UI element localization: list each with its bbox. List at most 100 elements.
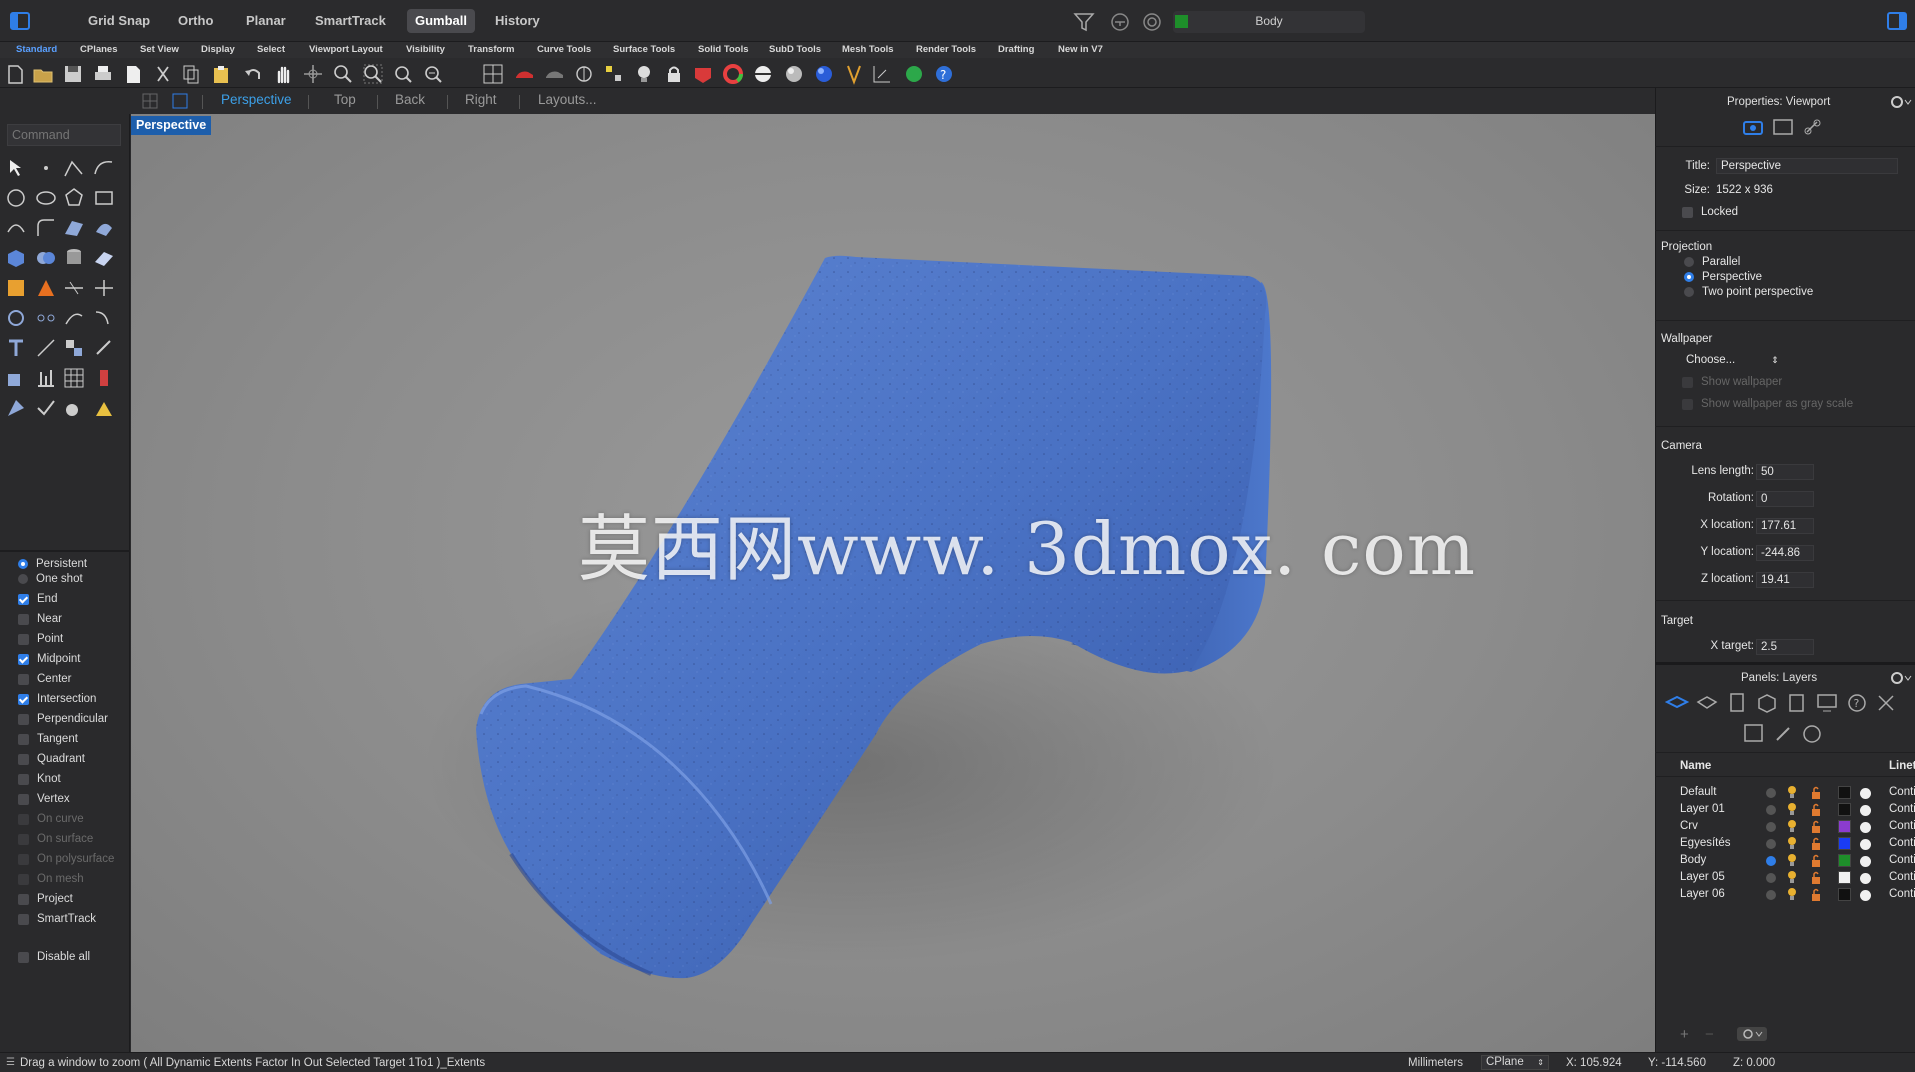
tab-viewport-layout[interactable]: Viewport Layout: [305, 43, 387, 57]
move-icon[interactable]: [34, 336, 58, 360]
rotate-object-icon[interactable]: [92, 336, 116, 360]
grid-array-icon[interactable]: [62, 366, 86, 390]
render-mesh-icon[interactable]: [34, 276, 58, 300]
list-icon[interactable]: ☰: [6, 1057, 15, 1068]
z-location-field[interactable]: 19.41: [1756, 572, 1814, 588]
unlock-icon[interactable]: [1810, 803, 1822, 817]
osnap-perpendicular-checkbox[interactable]: Perpendicular: [18, 711, 108, 727]
render-sphere-icon[interactable]: [752, 63, 774, 85]
viewport-display-icon[interactable]: [1772, 117, 1794, 137]
tab-mesh-tools[interactable]: Mesh Tools: [838, 43, 898, 57]
blend-icon[interactable]: [92, 306, 116, 330]
zoom-extents-icon[interactable]: [392, 63, 414, 85]
polyline-icon[interactable]: [62, 156, 86, 180]
current-layer-indicator[interactable]: [1766, 873, 1776, 883]
layer-row[interactable]: Layer 06 Conti: [1680, 887, 1915, 903]
layer-row[interactable]: Body Conti: [1680, 853, 1915, 869]
history-button[interactable]: History: [487, 9, 548, 33]
sun-icon[interactable]: [843, 63, 865, 85]
osnap-point-checkbox[interactable]: Point: [18, 631, 63, 647]
projection-perspective-radio[interactable]: Perspective: [1684, 271, 1762, 283]
scale-icon[interactable]: [4, 366, 28, 390]
tab-cplanes[interactable]: CPlanes: [76, 43, 122, 57]
layer-row[interactable]: Egyesítés Conti: [1680, 836, 1915, 852]
ortho-button[interactable]: Ortho: [170, 9, 221, 33]
object-snap-icon[interactable]: [603, 63, 625, 85]
osnap-on-polysurface-checkbox[interactable]: On polysurface: [18, 851, 114, 867]
current-layer-indicator[interactable]: [1766, 822, 1776, 832]
y-location-field[interactable]: -244.86: [1756, 545, 1814, 561]
material-swatch[interactable]: [1860, 856, 1871, 867]
check-icon[interactable]: [34, 396, 58, 420]
layout-panel-icon[interactable]: [1785, 692, 1809, 714]
import-icon[interactable]: [122, 63, 144, 85]
planar-button[interactable]: Planar: [238, 9, 294, 33]
wallpaper-choose-select[interactable]: Choose... ⇕: [1686, 354, 1779, 366]
shaded-sphere-icon[interactable]: [783, 63, 805, 85]
layer-options-button[interactable]: [1737, 1027, 1767, 1041]
tab-visibility[interactable]: Visibility: [402, 43, 449, 57]
color-wheel-icon[interactable]: [722, 63, 744, 85]
libraries-panel-icon[interactable]: [1742, 722, 1766, 744]
units-label[interactable]: Millimeters: [1408, 1057, 1463, 1069]
lens-length-field[interactable]: 50: [1756, 464, 1814, 480]
projection-parallel-radio[interactable]: Parallel: [1684, 256, 1740, 268]
current-layer-selector[interactable]: Body: [1173, 11, 1365, 33]
osnap-smarttrack-checkbox[interactable]: SmartTrack: [18, 911, 96, 927]
unlock-icon[interactable]: [1810, 837, 1822, 851]
x-target-field[interactable]: 2.5: [1756, 639, 1814, 655]
show-wallpaper-checkbox[interactable]: Show wallpaper: [1682, 376, 1782, 388]
print-icon[interactable]: [92, 63, 114, 85]
osnap-center-checkbox[interactable]: Center: [18, 671, 72, 687]
layer-color-swatch[interactable]: [1838, 871, 1851, 884]
osnap-midpoint-checkbox[interactable]: Midpoint: [18, 651, 80, 667]
history-panel-icon[interactable]: [1800, 722, 1824, 744]
new-file-icon[interactable]: [4, 63, 26, 85]
open-folder-icon[interactable]: [32, 63, 54, 85]
paint-icon[interactable]: [62, 396, 86, 420]
attach-panel-icon[interactable]: [1771, 722, 1795, 744]
text-object-icon[interactable]: [4, 336, 28, 360]
osnap-on-surface-checkbox[interactable]: On surface: [18, 831, 93, 847]
light-bulb-icon[interactable]: [633, 63, 655, 85]
osnap-project-checkbox[interactable]: Project: [18, 891, 73, 907]
current-layer-indicator[interactable]: [1766, 788, 1776, 798]
tools-panel-icon[interactable]: [1875, 692, 1899, 714]
osnap-quadrant-checkbox[interactable]: Quadrant: [18, 751, 85, 767]
layers-column-linetype[interactable]: Linet: [1889, 760, 1915, 772]
tab-drafting[interactable]: Drafting: [994, 43, 1038, 57]
command-input[interactable]: [7, 124, 121, 146]
copy-icon[interactable]: [180, 63, 202, 85]
layers-panel-icon[interactable]: [1665, 692, 1689, 714]
tab-render-tools[interactable]: Render Tools: [912, 43, 980, 57]
material-swatch[interactable]: [1860, 822, 1871, 833]
render-light-icon[interactable]: [92, 396, 116, 420]
fillet-curve-icon[interactable]: [34, 216, 58, 240]
trim-icon[interactable]: [92, 276, 116, 300]
osnap-knot-checkbox[interactable]: Knot: [18, 771, 61, 787]
layer-color-swatch[interactable]: [1838, 854, 1851, 867]
view-tab-layouts[interactable]: Layouts...: [538, 92, 597, 107]
surface-edit-icon[interactable]: [92, 216, 116, 240]
layer-color-swatch[interactable]: [1838, 803, 1851, 816]
viewport-properties-icon[interactable]: [573, 63, 595, 85]
group-icon[interactable]: [4, 306, 28, 330]
circle-icon[interactable]: [4, 186, 28, 210]
zoom-selected-icon[interactable]: [422, 63, 444, 85]
light-bulb-icon[interactable]: [1786, 836, 1798, 851]
layer-color-swatch[interactable]: [1838, 888, 1851, 901]
current-layer-indicator[interactable]: [1766, 805, 1776, 815]
layer-row[interactable]: Layer 05 Conti: [1680, 870, 1915, 886]
paste-icon[interactable]: [210, 63, 232, 85]
light-bulb-icon[interactable]: [1786, 802, 1798, 817]
osnap-one-shot-radio[interactable]: One shot: [18, 571, 83, 587]
rectangle-icon[interactable]: [92, 186, 116, 210]
layer-color-swatch[interactable]: [1838, 786, 1851, 799]
view-tab-top[interactable]: Top: [334, 92, 356, 107]
current-layer-indicator[interactable]: [1766, 839, 1776, 849]
layers-column-name[interactable]: Name: [1680, 760, 1711, 772]
light-bulb-icon[interactable]: [1786, 785, 1798, 800]
rotation-field[interactable]: 0: [1756, 491, 1814, 507]
material-swatch[interactable]: [1860, 788, 1871, 799]
align-icon[interactable]: [34, 366, 58, 390]
